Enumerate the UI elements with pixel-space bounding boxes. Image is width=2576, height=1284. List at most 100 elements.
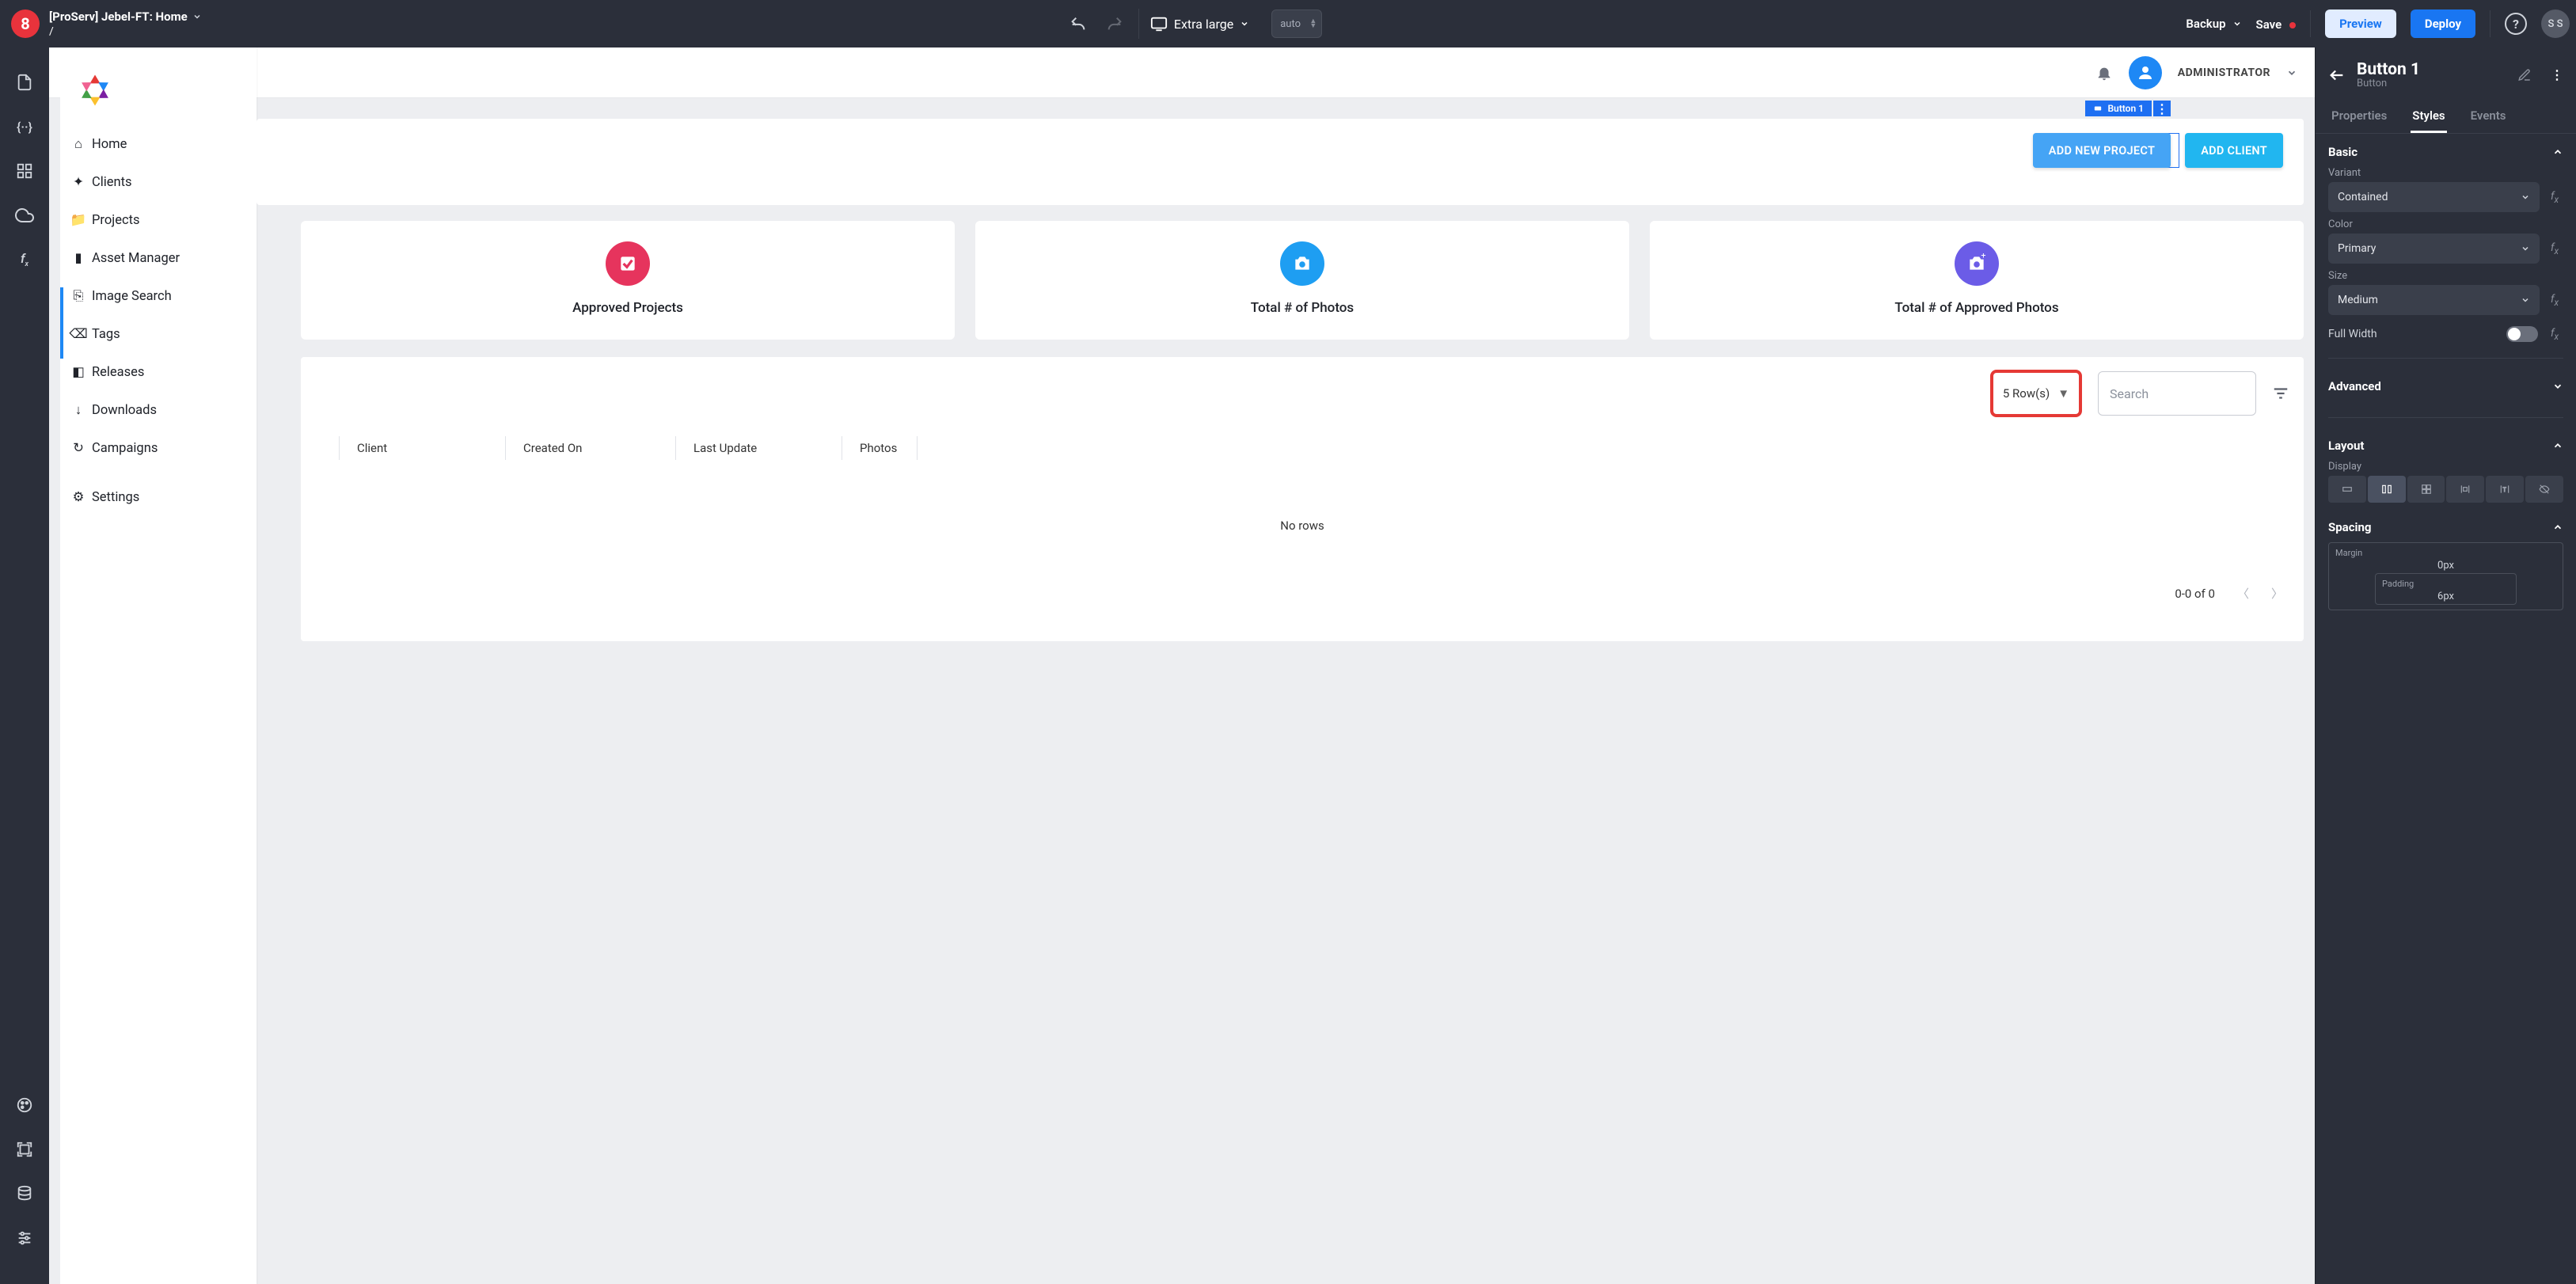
- add-new-project-button[interactable]: ADD NEW PROJECT: [2033, 133, 2171, 168]
- gear-icon: ⚙: [71, 489, 85, 505]
- more-icon[interactable]: ⋮: [2551, 67, 2563, 82]
- viewport-select[interactable]: Extra large: [1138, 9, 1260, 39]
- display-flex-button[interactable]: [2368, 476, 2406, 503]
- variant-select[interactable]: Contained: [2328, 182, 2540, 212]
- pages-icon[interactable]: [13, 71, 36, 93]
- display-none-button[interactable]: [2525, 476, 2563, 503]
- search-input[interactable]: Search: [2098, 371, 2256, 416]
- sidebar-item-projects[interactable]: 📁Projects: [60, 201, 256, 239]
- brand-logo-icon: [74, 70, 116, 111]
- sidebar-item-clients[interactable]: ✦Clients: [60, 163, 256, 201]
- tab-events[interactable]: Events: [2469, 101, 2508, 133]
- zoom-stepper[interactable]: ▲▼: [1309, 19, 1316, 28]
- margin-box[interactable]: Margin 0px Padding 6px: [2328, 542, 2563, 610]
- display-inline-button[interactable]: T: [2486, 476, 2524, 503]
- sidebar-item-campaigns[interactable]: ↻Campaigns: [60, 429, 256, 467]
- state-icon[interactable]: {··}: [13, 116, 36, 138]
- tab-properties[interactable]: Properties: [2330, 101, 2388, 133]
- card-approved-projects[interactable]: Approved Projects: [301, 221, 955, 340]
- backup-button[interactable]: Backup: [2186, 17, 2241, 31]
- user-avatar[interactable]: S S: [2541, 9, 2570, 38]
- camera-plus-icon: +: [1955, 241, 1999, 286]
- column-created[interactable]: Created On: [505, 436, 675, 460]
- chevron-down-icon[interactable]: [192, 12, 202, 21]
- dropdown-caret-icon: ▼: [2057, 386, 2069, 401]
- separator: [2490, 10, 2491, 37]
- inspector-subtitle: Button: [2357, 78, 2420, 89]
- card-approved-photos[interactable]: + Total # of Approved Photos: [1650, 221, 2304, 340]
- sidebar-item-asset-manager[interactable]: ▮Asset Manager: [60, 239, 256, 277]
- book-icon: ▮: [71, 250, 85, 266]
- column-last-update[interactable]: Last Update: [675, 436, 842, 460]
- briefcase-icon: 📁: [71, 213, 85, 228]
- display-inlineblock-button[interactable]: [2446, 476, 2484, 503]
- release-icon: ◧: [71, 364, 85, 380]
- left-rail: {··} fx: [0, 47, 49, 1284]
- functions-icon[interactable]: fx: [13, 249, 36, 271]
- rows-select[interactable]: 5 Row(s) ▼: [1990, 370, 2082, 417]
- sidebar-item-image-search[interactable]: ⎘Image Search: [60, 277, 256, 315]
- card-total-photos[interactable]: Total # of Photos: [975, 221, 1629, 340]
- search-placeholder: Search: [2110, 386, 2149, 401]
- sidebar-item-downloads[interactable]: ↓Downloads: [60, 391, 256, 429]
- sidebar-item-releases[interactable]: ◧Releases: [60, 353, 256, 391]
- fx-button[interactable]: fx: [2546, 190, 2563, 205]
- help-icon[interactable]: ?: [2505, 13, 2527, 35]
- undo-button[interactable]: [1066, 11, 1091, 36]
- assets-icon[interactable]: [13, 1138, 36, 1161]
- pager-prev-icon[interactable]: 〈: [2237, 585, 2249, 602]
- section-advanced[interactable]: Advanced: [2316, 368, 2576, 408]
- add-client-button[interactable]: ADD CLIENT: [2185, 133, 2283, 168]
- color-select[interactable]: Primary: [2328, 234, 2540, 264]
- back-button[interactable]: [2328, 66, 2346, 84]
- zoom-input[interactable]: auto ▲▼: [1271, 9, 1322, 38]
- padding-box[interactable]: Padding 6px: [2375, 573, 2517, 605]
- data-icon[interactable]: [13, 1183, 36, 1205]
- selection-menu-icon[interactable]: ⋮: [2153, 101, 2171, 116]
- sidebar-item-home[interactable]: ⌂Home: [60, 125, 256, 163]
- app-logo-8base[interactable]: 8: [11, 9, 40, 38]
- expand-icon[interactable]: [2552, 381, 2563, 392]
- canvas[interactable]: ADMINISTRATOR ⌂Home ✦Clients 📁Projects ▮…: [49, 47, 2315, 1284]
- collapse-icon[interactable]: [2552, 146, 2563, 158]
- components-icon[interactable]: [13, 160, 36, 182]
- full-width-toggle[interactable]: [2506, 326, 2538, 342]
- fx-button[interactable]: fx: [2546, 327, 2563, 342]
- project-title: [ProServ] Jebel-FT: Home: [49, 9, 188, 24]
- person-icon: ✦: [71, 174, 85, 190]
- selection-tag[interactable]: Button 1 ⋮: [2085, 101, 2171, 116]
- collapse-icon[interactable]: [2552, 522, 2563, 533]
- breadcrumb-path: /: [49, 25, 202, 38]
- column-client[interactable]: Client: [339, 436, 505, 460]
- deploy-button[interactable]: Deploy: [2411, 9, 2475, 38]
- tab-styles[interactable]: Styles: [2411, 101, 2446, 133]
- pagination: 0-0 of 0 〈 〉: [315, 585, 2289, 602]
- inspector-title: Button 1: [2357, 60, 2420, 79]
- display-block-button[interactable]: [2328, 476, 2366, 503]
- padding-top-value[interactable]: 6px: [2382, 591, 2510, 602]
- settings-rail-icon[interactable]: [13, 1227, 36, 1249]
- breadcrumb[interactable]: [ProServ] Jebel-FT: Home /: [49, 9, 202, 38]
- active-section-indicator: [60, 287, 63, 359]
- full-width-label: Full Width: [2328, 328, 2377, 340]
- section-layout: Layout Display T: [2316, 427, 2576, 509]
- margin-top-value[interactable]: 0px: [2335, 560, 2556, 572]
- pager-next-icon[interactable]: 〉: [2271, 585, 2283, 602]
- filter-icon[interactable]: [2272, 385, 2289, 402]
- edit-icon[interactable]: [2517, 68, 2532, 82]
- sidebar-item-tags[interactable]: ⌫Tags: [60, 315, 256, 353]
- column-photos[interactable]: Photos: [842, 436, 917, 460]
- fx-button[interactable]: fx: [2546, 241, 2563, 256]
- sidebar-item-settings[interactable]: ⚙Settings: [60, 478, 256, 516]
- size-select[interactable]: Medium: [2328, 285, 2540, 315]
- theme-icon[interactable]: [13, 1094, 36, 1116]
- cloud-icon[interactable]: [13, 204, 36, 226]
- preview-button[interactable]: Preview: [2325, 9, 2396, 38]
- display-grid-button[interactable]: [2407, 476, 2445, 503]
- redo-button[interactable]: [1102, 11, 1127, 36]
- collapse-icon[interactable]: [2552, 440, 2563, 451]
- save-button[interactable]: Save: [2256, 17, 2297, 32]
- column-end: [917, 436, 935, 460]
- inspector-panel: Button 1 Button ⋮ Properties Styles Even…: [2315, 47, 2576, 1284]
- fx-button[interactable]: fx: [2546, 293, 2563, 308]
